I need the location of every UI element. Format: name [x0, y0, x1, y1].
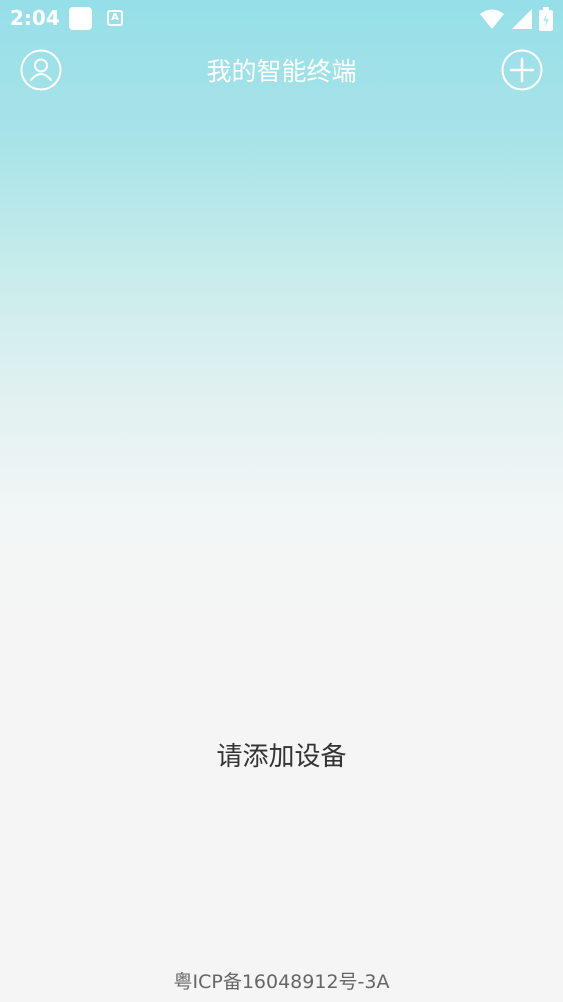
add-circle-icon [501, 49, 543, 91]
app-header: 我的智能终端 [0, 38, 563, 102]
status-icons [479, 6, 553, 32]
app-notification-icon [69, 7, 92, 30]
keyboard-a-icon: A [107, 10, 123, 26]
cellular-signal-icon [512, 9, 532, 29]
empty-state-message: 请添加设备 [216, 742, 347, 772]
wifi-icon [480, 9, 504, 29]
status-bar: 2:04 A [0, 0, 563, 38]
status-time: 2:04 [10, 6, 60, 30]
battery-charging-icon [539, 7, 553, 31]
icp-license: 粤ICP备16048912号-3A [173, 971, 390, 993]
add-device-button[interactable] [501, 49, 543, 91]
page-title: 我的智能终端 [206, 57, 357, 86]
